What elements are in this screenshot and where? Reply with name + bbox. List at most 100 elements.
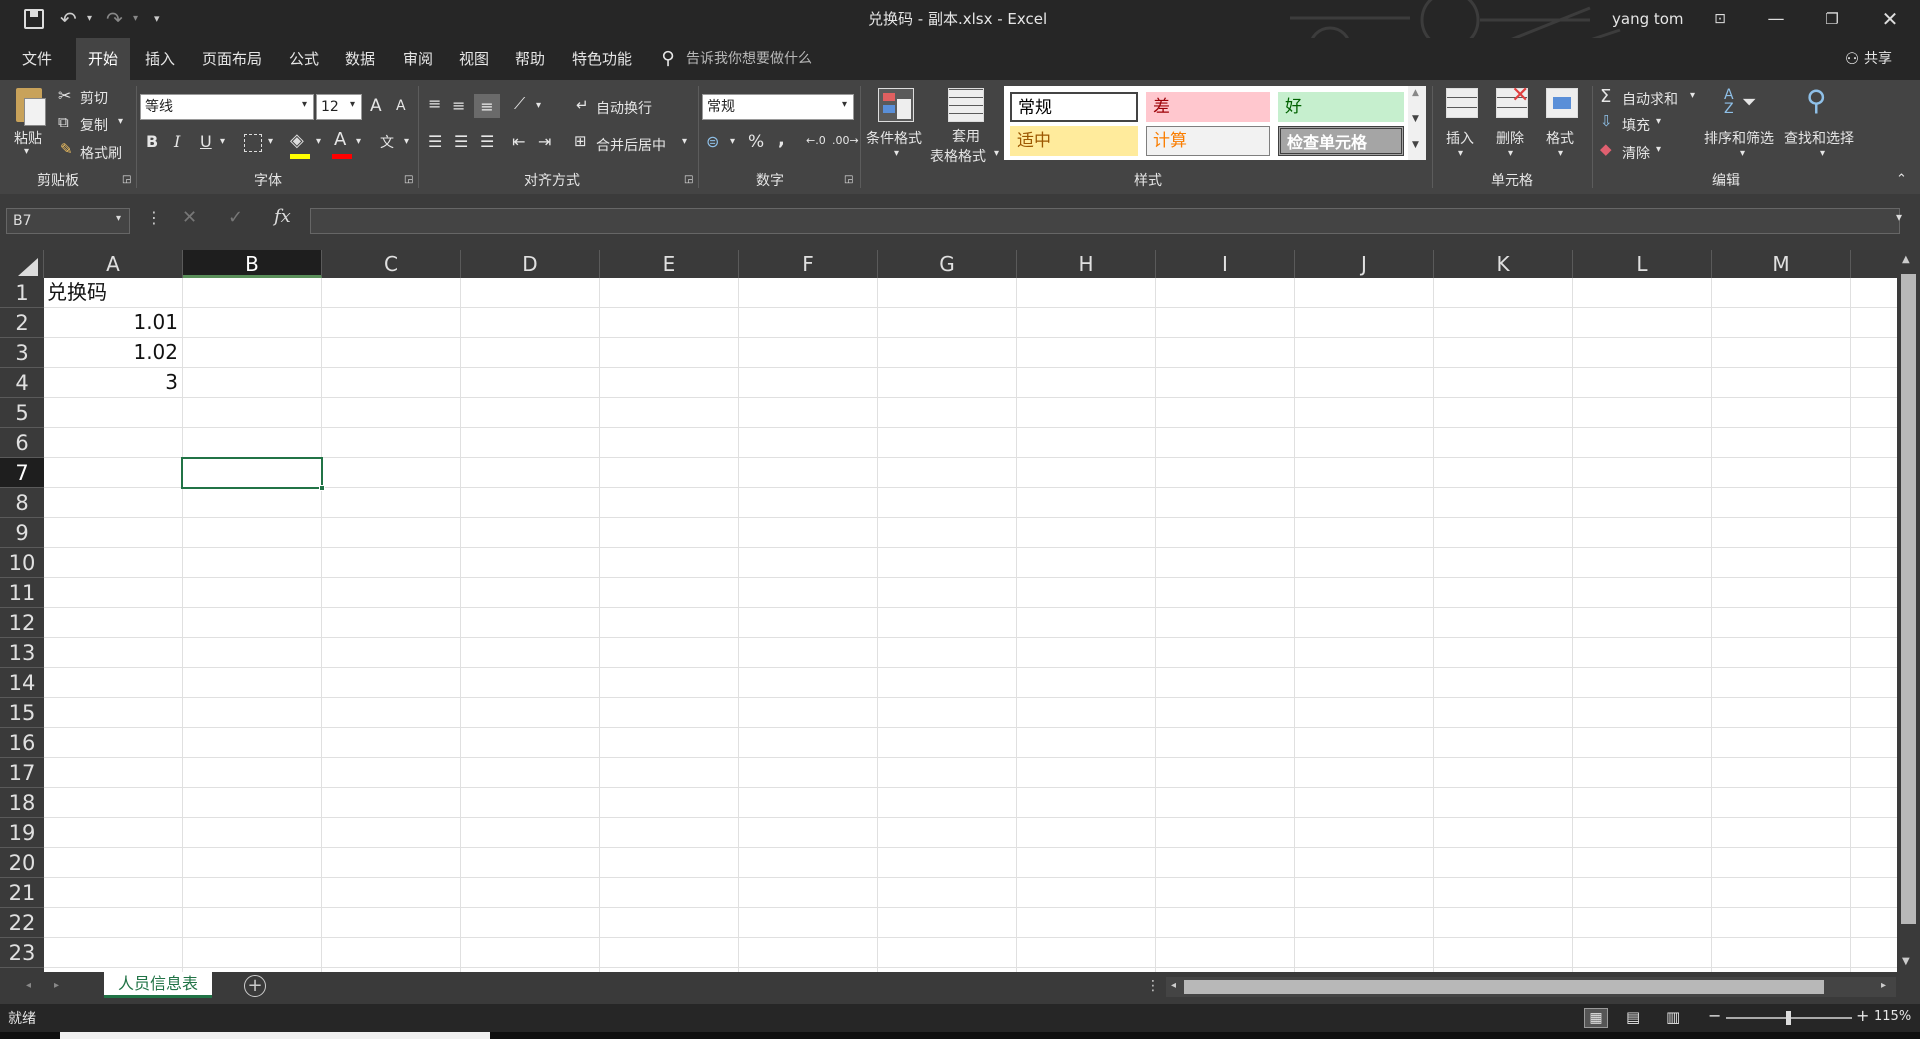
find-select-button[interactable]: 查找和选择 [1784,128,1854,148]
number-format-dropdown-icon[interactable]: ▾ [842,99,847,110]
align-middle-icon[interactable]: ≡ [452,96,465,115]
normal-view-icon[interactable]: ▦ [1584,1008,1608,1028]
redo-dropdown-icon[interactable]: ▾ [133,0,138,38]
delete-cells-icon[interactable]: ✕ [1496,83,1529,118]
cell-a4[interactable]: 3 [44,368,178,397]
row-header-13[interactable]: 13 [0,638,44,668]
user-name[interactable]: yang tom [1612,0,1684,38]
add-sheet-icon[interactable]: + [244,975,266,997]
paste-dropdown-icon[interactable]: ▾ [24,146,29,157]
row-header-5[interactable]: 5 [0,398,44,428]
style-calculation[interactable]: 计算 [1146,126,1270,156]
cell-a1[interactable]: 兑换码 [47,278,107,307]
comma-button[interactable]: , [778,129,785,150]
horizontal-scrollbar[interactable]: ◂ ▸ [1166,977,1896,997]
font-name-select[interactable]: 等线 [140,94,314,120]
conditional-format-icon[interactable] [878,88,914,122]
sort-dropdown-icon[interactable]: ▾ [1740,148,1745,159]
row-header-4[interactable]: 4 [0,368,44,398]
align-center-icon[interactable]: ☰ [454,132,468,151]
currency-icon[interactable]: ⊜ [706,132,719,151]
scroll-up-icon[interactable]: ▲ [1902,254,1910,265]
scroll-left-icon[interactable]: ◂ [1171,980,1176,991]
vertical-scroll-thumb[interactable] [1901,274,1916,924]
vertical-scrollbar[interactable]: ▲ ▼ [1897,250,1920,972]
sort-filter-button[interactable]: 排序和筛选 [1704,128,1774,148]
column-header-j[interactable]: J [1295,250,1434,278]
row-header-19[interactable]: 19 [0,818,44,848]
increase-indent-icon[interactable]: ⇥ [538,132,551,151]
column-header-e[interactable]: E [600,250,739,278]
page-layout-view-icon[interactable]: ▤ [1626,1008,1640,1026]
font-size-dropdown-icon[interactable]: ▾ [350,99,355,110]
collapse-ribbon-icon[interactable]: ⌃ [1896,172,1907,187]
confirm-entry-icon[interactable]: ✓ [228,207,243,228]
fill-button[interactable]: 填充 [1622,115,1650,135]
insert-cells-button[interactable]: 插入 [1446,128,1474,148]
page-break-view-icon[interactable]: ▥ [1666,1008,1680,1026]
copy-dropdown-icon[interactable]: ▾ [118,116,123,127]
find-select-icon[interactable]: ⚲ [1806,84,1827,117]
font-name-dropdown-icon[interactable]: ▾ [302,99,307,110]
alignment-launcher-icon[interactable]: ◲ [684,174,693,185]
column-header-c[interactable]: C [322,250,461,278]
decrease-decimal-icon[interactable]: .00→ [832,134,859,147]
align-left-icon[interactable]: ☰ [428,132,442,151]
tab-special[interactable]: 特色功能 [566,38,638,80]
tab-help[interactable]: 帮助 [508,38,552,80]
row-header-22[interactable]: 22 [0,908,44,938]
close-button[interactable]: ✕ [1862,0,1918,38]
zoom-out-icon[interactable]: − [1708,1006,1721,1025]
autosum-button[interactable]: 自动求和 [1622,89,1678,109]
phonetic-icon[interactable]: 文 [380,132,394,152]
zoom-level[interactable]: 115% [1874,1009,1911,1024]
orientation-icon[interactable]: ⟋ [514,94,525,114]
column-header-h[interactable]: H [1017,250,1156,278]
grow-font-button[interactable]: A [370,96,382,116]
decrease-indent-icon[interactable]: ⇤ [512,132,525,151]
expand-formula-icon[interactable]: ▾ [1896,210,1902,224]
column-header-b[interactable]: B [183,250,322,278]
find-dropdown-icon[interactable]: ▾ [1820,148,1825,159]
merge-dropdown-icon[interactable]: ▾ [682,136,687,147]
clipboard-launcher-icon[interactable]: ◲ [122,174,131,185]
name-box[interactable]: B7 [6,208,130,234]
select-all-button[interactable] [0,250,44,278]
format-painter-button[interactable]: 格式刷 [80,143,122,163]
table-format-icon[interactable] [948,88,984,122]
column-header-a[interactable]: A [44,250,183,278]
formula-bar-options-icon[interactable]: ⋮ [146,208,162,227]
search-icon[interactable]: ⚲ [656,38,680,80]
row-header-12[interactable]: 12 [0,608,44,638]
tab-split-icon[interactable]: ⋮ [1146,978,1160,994]
fill-icon[interactable]: ⇩ [1600,112,1613,130]
align-bottom-icon[interactable]: ≡ [474,94,500,118]
undo-dropdown-icon[interactable]: ▾ [87,0,92,38]
row-header-20[interactable]: 20 [0,848,44,878]
merge-center-button[interactable]: 合并后居中 [596,135,666,155]
worksheet-grid[interactable]: 兑换码 1.01 1.02 3 [44,278,1897,972]
format-cells-button[interactable]: 格式 [1546,128,1574,148]
insert-function-button[interactable]: fx [274,206,291,227]
paste-icon[interactable] [12,86,46,128]
phonetic-dropdown-icon[interactable]: ▾ [404,136,409,147]
underline-button[interactable]: U [200,132,212,151]
row-header-1[interactable]: 1 [0,278,44,308]
formula-input[interactable] [310,208,1900,234]
row-header-10[interactable]: 10 [0,548,44,578]
cut-icon[interactable]: ✂ [58,86,71,105]
increase-decimal-icon[interactable]: ←.0 [806,134,826,147]
gallery-up-icon[interactable]: ▲ [1412,88,1419,98]
name-box-dropdown-icon[interactable]: ▾ [116,213,121,224]
zoom-in-icon[interactable]: + [1856,1006,1869,1025]
row-header-6[interactable]: 6 [0,428,44,458]
number-format-select[interactable]: 常规 [702,94,854,120]
minimize-button[interactable]: — [1748,0,1804,38]
tab-page-layout[interactable]: 页面布局 [198,38,266,80]
row-header-18[interactable]: 18 [0,788,44,818]
conditional-dropdown-icon[interactable]: ▾ [894,148,899,159]
tab-review[interactable]: 审阅 [396,38,440,80]
scroll-right-icon[interactable]: ▸ [1881,980,1886,991]
scroll-down-icon[interactable]: ▼ [1902,956,1910,967]
autosum-dropdown-icon[interactable]: ▾ [1690,90,1695,101]
